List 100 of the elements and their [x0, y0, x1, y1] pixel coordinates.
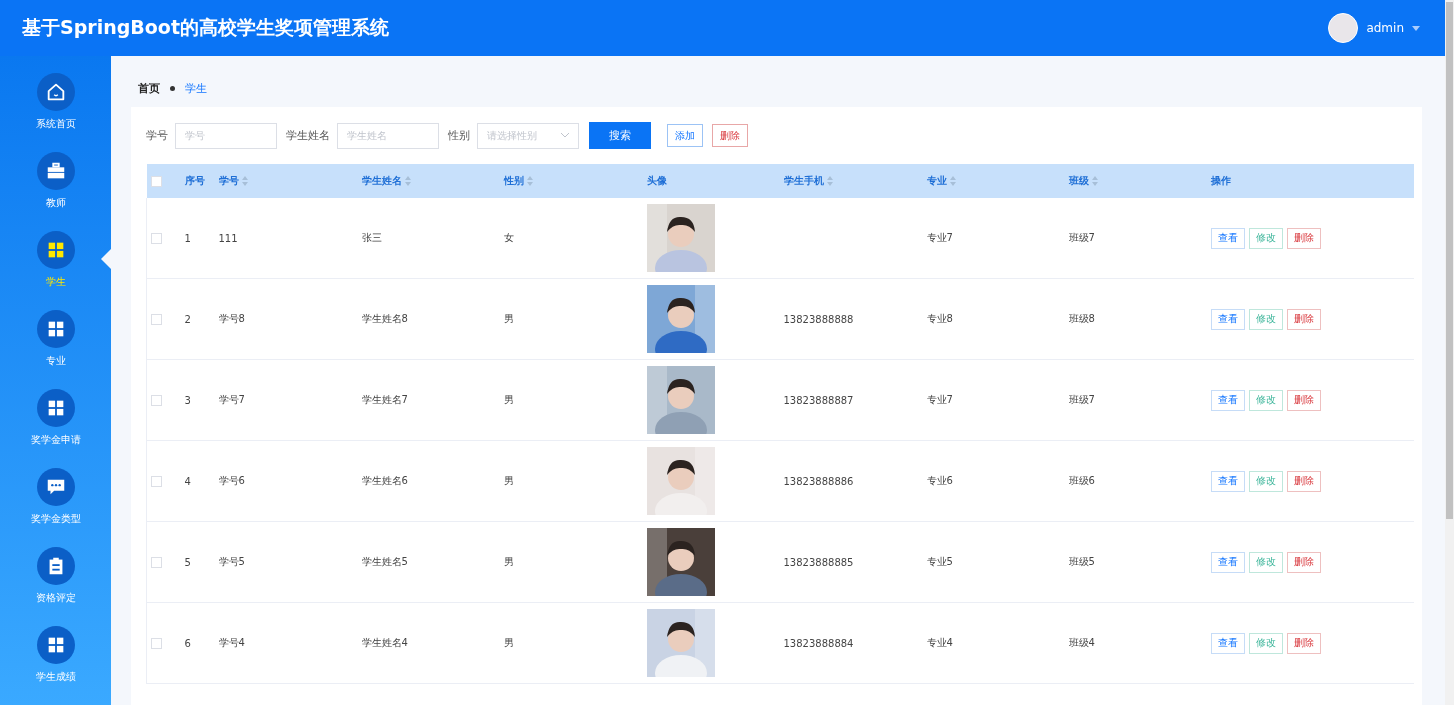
sidebar-item[interactable]: 专业 [0, 310, 111, 389]
column-header: 操作 [1210, 174, 1231, 188]
table-cell: 4 [184, 475, 191, 487]
view-button[interactable]: 查看 [1210, 632, 1245, 654]
table-cell: 专业7 [926, 394, 953, 405]
checkbox[interactable] [151, 556, 162, 568]
delete-button[interactable]: 删除 [1286, 308, 1321, 330]
delete-button[interactable]: 删除 [1286, 227, 1321, 249]
table-cell: 13823888886 [783, 475, 854, 487]
table-cell: 2 [184, 313, 191, 325]
field-label: 学号 [146, 128, 168, 143]
checkbox[interactable] [150, 175, 162, 187]
table-cell: 班级7 [1068, 394, 1095, 405]
sidebar-item[interactable]: 教师 [0, 152, 111, 231]
breadcrumb-separator [170, 85, 175, 91]
table-cell: 学生姓名6 [361, 475, 408, 486]
column-header: 头像 [646, 174, 667, 188]
table-cell: 男 [503, 313, 514, 324]
table-cell: 班级8 [1068, 313, 1095, 324]
table-cell: 111 [218, 232, 238, 244]
table-cell: 男 [503, 394, 514, 405]
sort-icon[interactable] [404, 176, 411, 186]
sidebar-item[interactable]: 系统首页 [0, 73, 111, 152]
checkbox[interactable] [151, 313, 162, 325]
sort-icon[interactable] [1091, 176, 1098, 186]
field-label: 性别 [448, 128, 470, 143]
sidebar-item[interactable]: 资格评定 [0, 547, 111, 626]
user-avatar[interactable] [1328, 13, 1359, 43]
table-cell: 女 [503, 232, 514, 243]
delete-button[interactable]: 删除 [1286, 389, 1321, 411]
checkbox[interactable] [151, 637, 162, 649]
caret-icon[interactable] [1412, 25, 1420, 31]
edit-button[interactable]: 修改 [1248, 632, 1283, 654]
breadcrumb-item[interactable]: 学生 [185, 80, 207, 96]
checkbox[interactable] [151, 475, 162, 487]
add-button[interactable]: 添加 [667, 124, 703, 147]
edit-button[interactable]: 修改 [1248, 470, 1283, 492]
app-title: 基于SpringBoot的高校学生奖项管理系统 [22, 15, 389, 40]
table-cell: 学生姓名4 [361, 637, 408, 648]
chevron-icon [561, 133, 569, 138]
checkbox[interactable] [151, 394, 162, 406]
table-cell: 5 [184, 556, 191, 568]
column-header: 学生姓名 [361, 174, 402, 188]
table-cell: 班级5 [1068, 556, 1095, 567]
sort-icon[interactable] [949, 176, 956, 186]
sort-icon[interactable] [241, 176, 248, 186]
table-cell: 专业6 [926, 475, 953, 486]
column-header: 序号 [184, 174, 205, 188]
active-pointer [101, 249, 111, 269]
breadcrumb-item[interactable]: 首页 [138, 80, 160, 96]
edit-button[interactable]: 修改 [1248, 227, 1283, 249]
column-header: 学号 [218, 174, 239, 188]
table-cell: 学生姓名8 [361, 313, 408, 324]
delete-button[interactable]: 删除 [1286, 470, 1321, 492]
table-cell: 班级6 [1068, 475, 1095, 486]
field-label: 学生姓名 [286, 128, 330, 143]
table-cell: 专业5 [926, 556, 953, 567]
table-cell: 专业8 [926, 313, 953, 324]
sidebar-item[interactable]: 学生成绩 [0, 626, 111, 705]
sidebar-item[interactable]: 奖学金类型 [0, 468, 111, 547]
table-cell: 学号7 [218, 394, 245, 405]
table-cell: 6 [184, 637, 191, 649]
table-cell: 13823888885 [783, 556, 854, 568]
view-button[interactable]: 查看 [1210, 389, 1245, 411]
column-header: 性别 [503, 174, 524, 188]
column-header: 专业 [926, 174, 947, 188]
view-button[interactable]: 查看 [1210, 308, 1245, 330]
table-cell: 张三 [361, 232, 382, 243]
view-button[interactable]: 查看 [1210, 470, 1245, 492]
user-name[interactable]: admin [1366, 21, 1404, 35]
sort-icon[interactable] [826, 176, 833, 186]
table-cell: 班级7 [1068, 232, 1095, 243]
table-cell: 班级4 [1068, 637, 1095, 648]
checkbox[interactable] [151, 232, 162, 244]
column-header: 班级 [1068, 174, 1089, 188]
table-cell: 学生姓名7 [361, 394, 408, 405]
scrollbar[interactable] [1445, 0, 1454, 705]
view-button[interactable]: 查看 [1210, 551, 1245, 573]
table-cell: 3 [184, 394, 191, 406]
delete-button[interactable]: 删除 [1286, 551, 1321, 573]
table-cell: 学号5 [218, 556, 245, 567]
table-cell: 专业4 [926, 637, 953, 648]
table-cell: 男 [503, 475, 514, 486]
table-cell: 学号8 [218, 313, 245, 324]
edit-button[interactable]: 修改 [1248, 308, 1283, 330]
search-button[interactable]: 搜索 [589, 122, 651, 149]
sidebar-item[interactable]: 奖学金申请 [0, 389, 111, 468]
table-cell: 学号4 [218, 637, 245, 648]
view-button[interactable]: 查看 [1210, 227, 1245, 249]
delete-button[interactable]: 删除 [1286, 632, 1321, 654]
sort-icon[interactable] [526, 176, 533, 186]
table-cell: 13823888887 [783, 394, 854, 406]
table-cell: 1 [184, 232, 191, 244]
edit-button[interactable]: 修改 [1248, 389, 1283, 411]
table-cell: 学生姓名5 [361, 556, 408, 567]
delete-button[interactable]: 删除 [712, 124, 748, 147]
table-cell: 专业7 [926, 232, 953, 243]
edit-button[interactable]: 修改 [1248, 551, 1283, 573]
table-cell: 学号6 [218, 475, 245, 486]
sidebar-item[interactable]: 学生 [0, 231, 111, 310]
